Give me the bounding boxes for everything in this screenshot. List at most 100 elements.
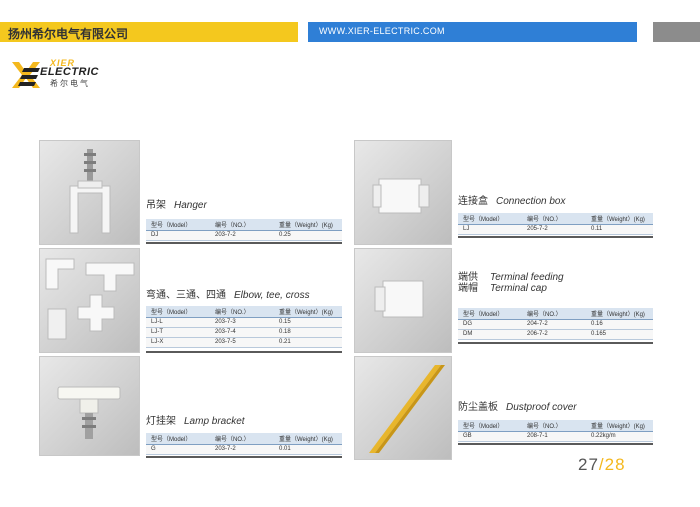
cell-no: 203-7-4 — [210, 327, 274, 338]
cell-model: LJ — [458, 224, 522, 235]
terminal-image-icon — [374, 280, 424, 318]
header-weight: 重量（Weight）(Kg) — [274, 433, 342, 445]
page-number: 27/28 — [578, 455, 626, 475]
fittings-image-icon — [45, 258, 135, 340]
xier-logo-mark-icon — [12, 62, 40, 88]
cell-weight: 0.16 — [586, 319, 653, 330]
dustproof-title-en: Dustproof cover — [506, 402, 577, 413]
terminal-title-en-2: Terminal cap — [490, 283, 547, 294]
table-row: LJ-X 203-7-5 0.21 — [146, 337, 342, 348]
page-current: 27 — [578, 455, 599, 474]
hanger-image-icon — [69, 149, 111, 234]
table-row: DG 204-7-2 0.16 — [458, 319, 653, 330]
header-weight: 重量（Weight）(Kg) — [586, 420, 653, 432]
lamp-title-cn: 灯挂架 — [146, 416, 176, 427]
header-model: 型号（Model） — [458, 213, 522, 225]
cell-no: 205-7-2 — [522, 224, 586, 235]
website-url[interactable]: WWW.XIER-ELECTRIC.COM — [319, 26, 445, 36]
cell-model: DJ — [146, 230, 210, 241]
cell-no: 203-7-2 — [210, 230, 274, 241]
header-no: 编号（NO.） — [522, 420, 586, 432]
cell-weight: 0.01 — [274, 444, 342, 455]
hanger-title-cn: 吊架 — [146, 200, 166, 211]
table-shadow — [146, 242, 342, 244]
hanger-spec-table: 型号（Model） 编号（NO.） 重量（Weight）(Kg) DJ 203-… — [146, 219, 342, 241]
cell-weight: 0.165 — [586, 329, 653, 340]
header-model: 型号（Model） — [146, 306, 210, 318]
logo-chinese-text: 希尔电气 — [50, 79, 90, 88]
header-no: 编号（NO.） — [210, 306, 274, 318]
website-bar: WWW.XIER-ELECTRIC.COM — [308, 22, 637, 42]
cell-no: 204-7-2 — [522, 319, 586, 330]
header-model: 型号（Model） — [458, 420, 522, 432]
dustproof-title: 防尘盖板 Dustproof cover — [458, 398, 577, 413]
cell-weight: 0.18 — [274, 327, 342, 338]
table-shadow — [458, 236, 653, 238]
hanger-title: 吊架 Hanger — [146, 196, 207, 211]
xier-logo: XIER ELECTRIC 希尔电气 — [10, 58, 110, 90]
cell-model: LJ-X — [146, 337, 210, 348]
header-no: 编号（NO.） — [210, 433, 274, 445]
cell-no: 206-7-2 — [522, 329, 586, 340]
cell-model: LJ-L — [146, 317, 210, 328]
terminal-title-en-1: Terminal feeding — [490, 272, 564, 283]
hanger-title-en: Hanger — [174, 200, 207, 211]
table-row: G 203-7-2 0.01 — [146, 444, 342, 455]
cell-weight: 0.21 — [274, 337, 342, 348]
header-no: 编号（NO.） — [522, 213, 586, 225]
terminal-spec-table: 型号（Model） 编号（NO.） 重量（Weight）(Kg) DG 204-… — [458, 308, 653, 340]
header-weight: 重量（Weight）(Kg) — [586, 213, 653, 225]
connection-box-image-icon — [372, 178, 430, 214]
dustproof-cover-image-icon — [369, 365, 445, 453]
cell-weight: 0.15 — [274, 317, 342, 328]
header-no: 编号（NO.） — [522, 308, 586, 320]
connection-box-photo — [354, 140, 452, 245]
connection-title-en: Connection box — [496, 196, 566, 207]
header-weight: 重量（Weight）(Kg) — [274, 306, 342, 318]
table-row: DM 206-7-2 0.165 — [458, 329, 653, 340]
cell-weight: 0.22kg/m — [586, 431, 653, 442]
dustproof-spec-table: 型号（Model） 编号（NO.） 重量（Weight）(Kg) GB 208-… — [458, 420, 653, 442]
table-row: GB 208-7-1 0.22kg/m — [458, 431, 653, 442]
table-shadow — [146, 351, 342, 353]
table-row: DJ 203-7-2 0.25 — [146, 230, 342, 241]
cell-no: 203-7-2 — [210, 444, 274, 455]
lamp-spec-table: 型号（Model） 编号（NO.） 重量（Weight）(Kg) G 203-7… — [146, 433, 342, 455]
cell-weight: 0.11 — [586, 224, 653, 235]
table-header-row: 型号（Model） 编号（NO.） 重量（Weight）(Kg) — [458, 420, 653, 432]
header-weight: 重量（Weight）(Kg) — [586, 308, 653, 320]
header-weight: 重量（Weight）(Kg) — [274, 219, 342, 231]
terminal-title-cn-2: 端帽 — [458, 283, 478, 294]
lamp-title-en: Lamp bracket — [184, 416, 245, 427]
table-row: LJ-T 203-7-4 0.18 — [146, 327, 342, 338]
connection-title: 连接盒 Connection box — [458, 192, 566, 207]
header-model: 型号（Model） — [458, 308, 522, 320]
connection-spec-table: 型号（Model） 编号（NO.） 重量（Weight）(Kg) LJ 205-… — [458, 213, 653, 235]
dustproof-title-cn: 防尘盖板 — [458, 402, 498, 413]
hanger-photo — [39, 140, 140, 245]
elbow-spec-table: 型号（Model） 编号（NO.） 重量（Weight）(Kg) LJ-L 20… — [146, 306, 342, 348]
cell-no: 203-7-3 — [210, 317, 274, 328]
lamp-bracket-image-icon — [57, 386, 121, 439]
terminal-photo — [354, 248, 452, 353]
table-shadow — [458, 443, 653, 445]
lamp-bracket-photo — [39, 356, 140, 456]
logo-electric-text: ELECTRIC — [40, 66, 99, 78]
table-header-row: 型号（Model） 编号（NO.） 重量（Weight）(Kg) — [146, 306, 342, 318]
table-header-row: 型号（Model） 编号（NO.） 重量（Weight）(Kg) — [146, 219, 342, 231]
table-shadow — [146, 456, 342, 458]
cell-model: G — [146, 444, 210, 455]
cell-model: LJ-T — [146, 327, 210, 338]
table-row: LJ-L 203-7-3 0.15 — [146, 317, 342, 328]
header-no: 编号（NO.） — [210, 219, 274, 231]
company-name-bar: 扬州希尔电气有限公司 — [0, 22, 298, 42]
company-name: 扬州希尔电气有限公司 — [8, 27, 129, 41]
elbow-title-cn: 弯通、三通、四通 — [146, 290, 226, 301]
header-model: 型号（Model） — [146, 219, 210, 231]
table-header-row: 型号（Model） 编号（NO.） 重量（Weight）(Kg) — [458, 308, 653, 320]
lamp-title: 灯挂架 Lamp bracket — [146, 412, 245, 427]
cell-model: DM — [458, 329, 522, 340]
cell-model: DG — [458, 319, 522, 330]
elbow-title-en: Elbow, tee, cross — [234, 290, 310, 301]
header-model: 型号（Model） — [146, 433, 210, 445]
